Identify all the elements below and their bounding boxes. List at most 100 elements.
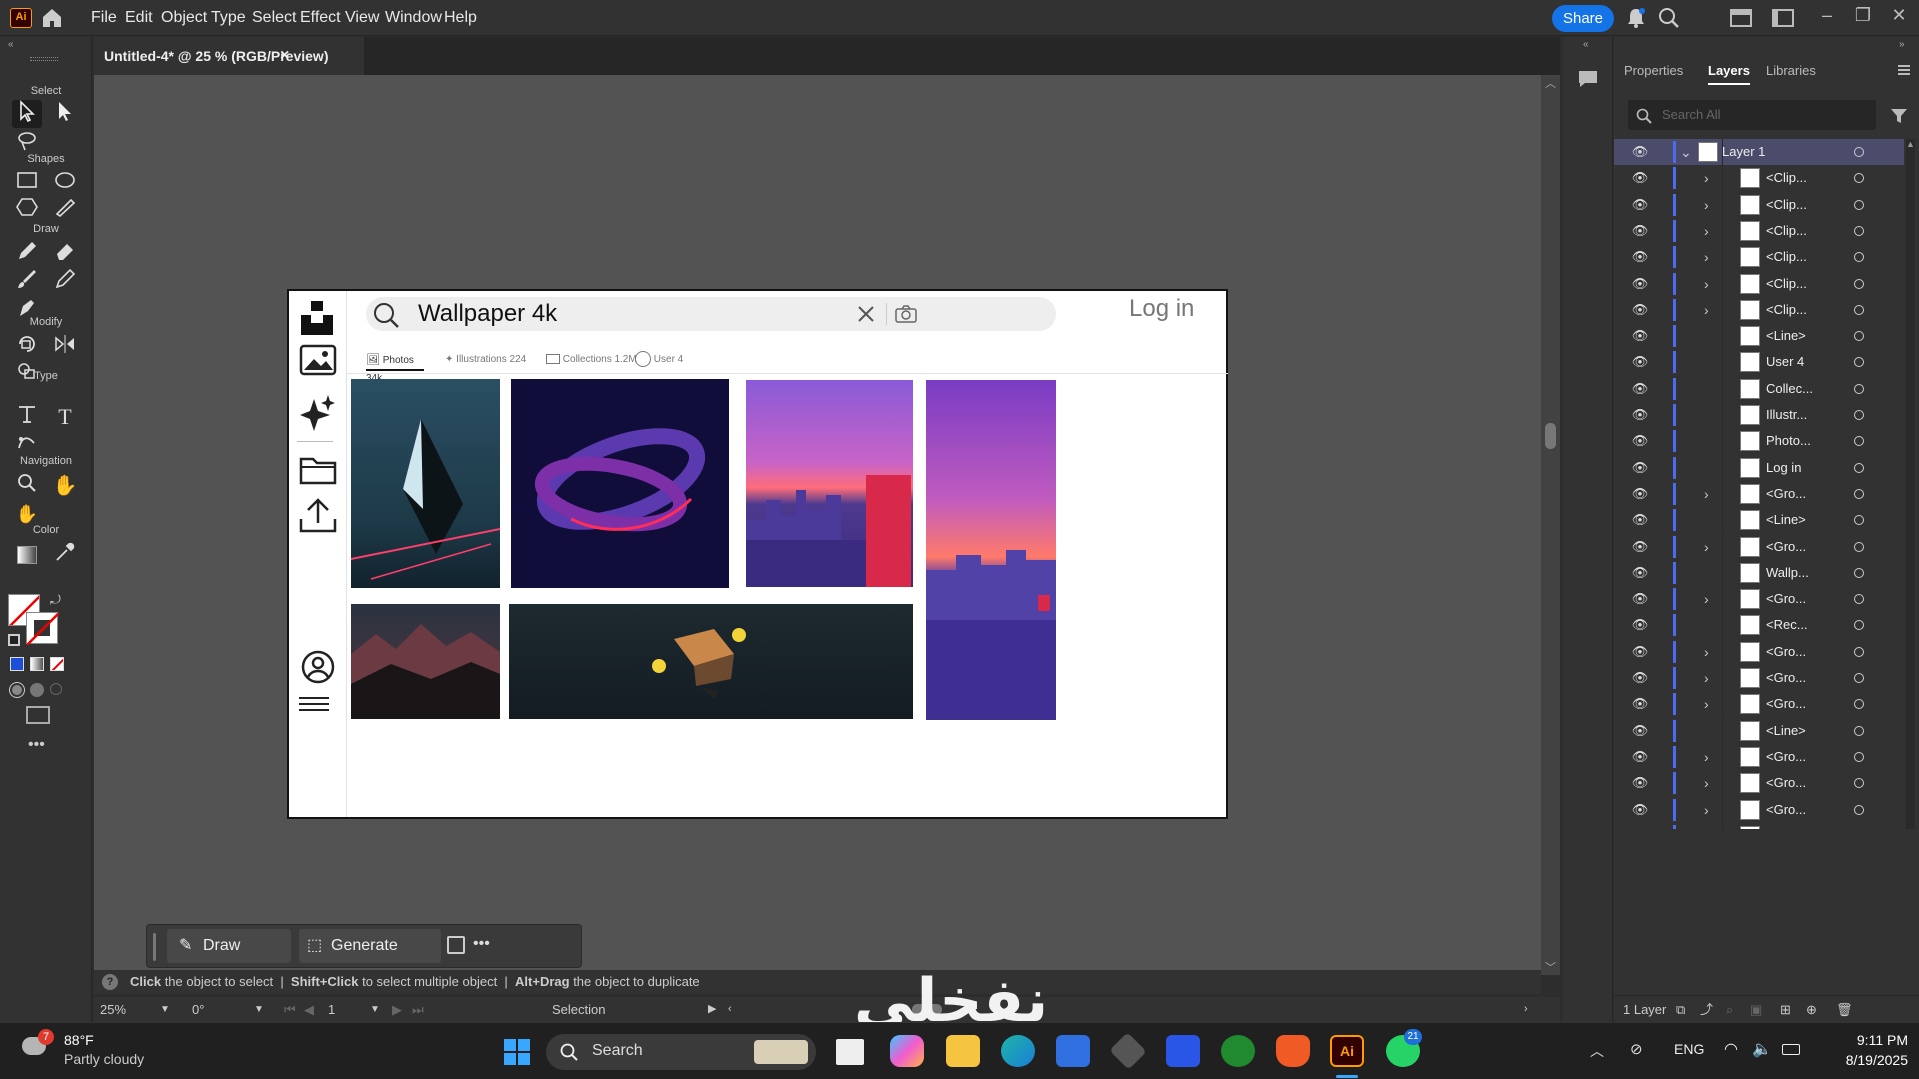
- visibility-eye-icon[interactable]: 👁: [1630, 481, 1650, 507]
- visibility-eye-icon[interactable]: 👁: [1630, 639, 1650, 665]
- layer-name[interactable]: Log in: [1766, 455, 1801, 481]
- layer-name[interactable]: <Rec...: [1766, 612, 1808, 638]
- collect-export-icon[interactable]: ⧉: [1676, 996, 1685, 1023]
- unity-icon[interactable]: [1109, 1032, 1147, 1070]
- wifi-icon[interactable]: ◠: [1724, 1039, 1738, 1059]
- gradient-mode-icon[interactable]: [30, 657, 44, 671]
- layer-name[interactable]: <Line>: [1766, 323, 1806, 349]
- locate-object-icon[interactable]: ⌕: [1726, 996, 1733, 1023]
- layer-row[interactable]: 👁 Collec...: [1614, 375, 1904, 402]
- minimize-button[interactable]: –: [1812, 0, 1842, 32]
- target-circle-icon[interactable]: [1854, 541, 1864, 552]
- home-icon[interactable]: [40, 6, 64, 30]
- visibility-eye-icon[interactable]: 👁: [1630, 507, 1650, 533]
- target-circle-icon[interactable]: [1854, 725, 1864, 736]
- store-icon[interactable]: [1056, 1035, 1090, 1067]
- type-on-path-tool-icon[interactable]: [12, 403, 42, 431]
- layer-row[interactable]: 👁 › <Gro...: [1614, 796, 1904, 823]
- layers-scroll-up-icon[interactable]: ▲: [1906, 139, 1915, 149]
- start-icon[interactable]: [504, 1039, 530, 1065]
- blob-brush-tool-icon[interactable]: [50, 268, 80, 296]
- expand-chevron-icon[interactable]: ›: [1704, 481, 1716, 507]
- expand-chevron-icon[interactable]: ›: [1704, 165, 1716, 191]
- layer-name[interactable]: <Gro...: [1766, 691, 1806, 717]
- default-fill-stroke-icon[interactable]: [8, 634, 20, 646]
- layer-row[interactable]: 👁 Wallp...: [1614, 559, 1904, 586]
- photo-city-dusk[interactable]: [746, 380, 913, 587]
- new-layer-icon[interactable]: ⊕: [1806, 996, 1817, 1023]
- layer-row[interactable]: 👁 › <Clip...: [1614, 270, 1904, 297]
- target-circle-icon[interactable]: [1854, 173, 1864, 184]
- taskbar-search[interactable]: Search: [546, 1034, 816, 1070]
- layer-name[interactable]: <Gro...: [1766, 586, 1806, 612]
- reflect-tool-icon[interactable]: [50, 333, 80, 361]
- rectangle-tool-icon[interactable]: [12, 169, 42, 197]
- layer-name[interactable]: Wallp...: [1766, 560, 1809, 586]
- target-circle-icon[interactable]: [1854, 646, 1864, 657]
- zoom-tool-icon[interactable]: [12, 472, 42, 500]
- layer-row[interactable]: 👁 › <Clip...: [1614, 244, 1904, 271]
- target-circle-icon[interactable]: [1854, 304, 1864, 315]
- visibility-eye-icon[interactable]: 👁: [1630, 297, 1650, 323]
- menu-hamburger-icon[interactable]: [299, 697, 329, 711]
- direct-selection-tool-icon[interactable]: [50, 100, 80, 128]
- gradient-tool-icon[interactable]: [12, 541, 42, 569]
- layer-row[interactable]: 👁 <Line>: [1614, 717, 1904, 744]
- menu-window[interactable]: Window: [385, 0, 442, 36]
- layer-row[interactable]: 👁 › <Clip...: [1614, 191, 1904, 218]
- visibility-eye-icon[interactable]: 👁: [1630, 586, 1650, 612]
- eyedropper-tool-icon[interactable]: [50, 541, 80, 569]
- scroll-down-icon[interactable]: ﹀: [1545, 959, 1556, 975]
- layer-row[interactable]: 👁 › <Gro...: [1614, 665, 1904, 691]
- color-mode-icon[interactable]: [10, 657, 24, 671]
- prev-artboard-icon[interactable]: ◀: [304, 997, 314, 1022]
- target-circle-icon[interactable]: [1854, 620, 1864, 631]
- none-mode-icon[interactable]: [50, 657, 64, 671]
- comments-icon[interactable]: [1577, 69, 1599, 89]
- dev-app-icon[interactable]: [1166, 1035, 1200, 1067]
- visibility-eye-icon[interactable]: 👁: [1630, 823, 1650, 829]
- menu-type[interactable]: Type: [211, 0, 246, 36]
- ellipse-tool-icon[interactable]: [50, 169, 80, 197]
- export-icon[interactable]: ⤴: [1700, 996, 1713, 1023]
- artboard-field[interactable]: 1: [328, 997, 335, 1022]
- draw-behind-icon[interactable]: [30, 683, 44, 697]
- layer-row[interactable]: 👁 › <Gro...: [1614, 533, 1904, 560]
- pencil-tool-icon[interactable]: [12, 240, 42, 268]
- target-circle-icon[interactable]: [1854, 331, 1864, 342]
- close-window-button[interactable]: ✕: [1884, 0, 1914, 32]
- hscroll-right-icon[interactable]: ›: [1524, 997, 1528, 1022]
- language-indicator[interactable]: ENG: [1674, 1041, 1704, 1057]
- layer-row[interactable]: 👁 <Line>: [1614, 323, 1904, 350]
- layer-row[interactable]: 👁 Illustr...: [1614, 402, 1904, 428]
- volume-icon[interactable]: 🔈: [1752, 1039, 1772, 1059]
- menu-help[interactable]: Help: [444, 0, 477, 36]
- visibility-eye-icon[interactable]: 👁: [1630, 192, 1650, 218]
- delete-layer-icon[interactable]: 🗑: [1836, 996, 1853, 1023]
- panel-toggle-icon[interactable]: [1772, 9, 1794, 27]
- layer-name[interactable]: <Gro...: [1766, 770, 1806, 796]
- stroke-swatch[interactable]: [26, 612, 59, 645]
- layer-row[interactable]: 👁 › <Gro...: [1614, 480, 1904, 507]
- file-explorer-icon[interactable]: [946, 1035, 980, 1067]
- layer-row[interactable]: 👁 › <Gro...: [1614, 638, 1904, 665]
- layer-name[interactable]: Illustr...: [1766, 402, 1807, 428]
- eraser-tool-icon[interactable]: [50, 240, 80, 268]
- selection-tool-icon[interactable]: [12, 100, 42, 128]
- expand-chevron-icon[interactable]: ›: [1704, 823, 1716, 829]
- visibility-eye-icon[interactable]: 👁: [1630, 744, 1650, 770]
- draw-pencil-button[interactable]: ✎ Draw (Pencil): [167, 929, 291, 988]
- layer-name[interactable]: <Clip...: [1766, 165, 1807, 191]
- layer-row[interactable]: 👁 › <Gro...: [1614, 822, 1904, 829]
- share-button[interactable]: Share: [1552, 5, 1614, 32]
- layer-row[interactable]: 👁 › <Clip...: [1614, 165, 1904, 192]
- rotation-field[interactable]: 0°: [192, 997, 204, 1022]
- panel-grip[interactable]: [30, 57, 58, 61]
- visibility-eye-icon[interactable]: 👁: [1630, 428, 1650, 454]
- xbox-icon[interactable]: [1221, 1035, 1255, 1067]
- folder-nav-icon[interactable]: [297, 453, 339, 495]
- target-circle-icon[interactable]: [1854, 673, 1864, 683]
- expand-chevron-icon[interactable]: ›: [1704, 534, 1716, 560]
- bell-icon[interactable]: [1626, 7, 1646, 29]
- photos-nav-icon[interactable]: [297, 343, 339, 385]
